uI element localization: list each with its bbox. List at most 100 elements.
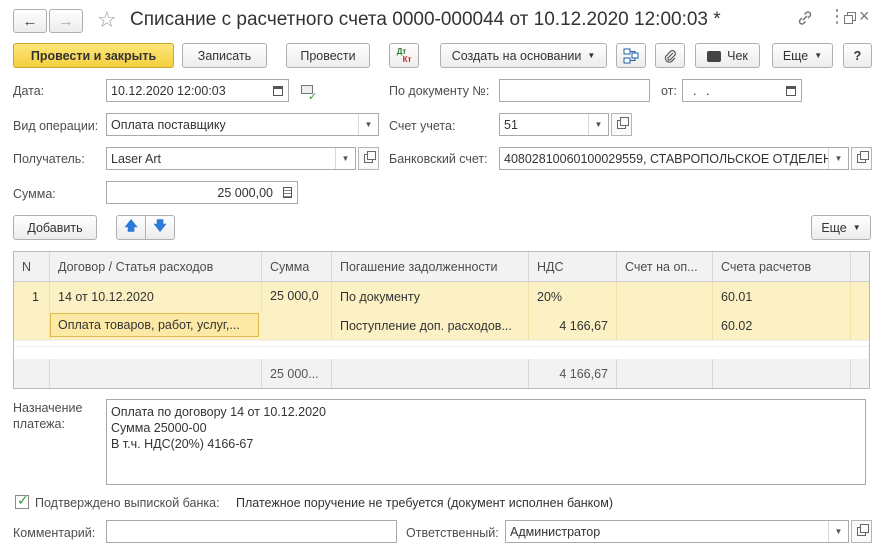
star-icon[interactable]: ☆ xyxy=(97,6,117,34)
open-responsible-button[interactable] xyxy=(851,520,872,543)
open-bank-account-button[interactable] xyxy=(851,147,872,170)
chevron-down-icon[interactable]: ▼ xyxy=(335,148,355,169)
calendar-button[interactable] xyxy=(781,80,801,101)
chevron-down-icon[interactable]: ▼ xyxy=(828,521,848,542)
save-button[interactable]: Записать xyxy=(182,43,267,68)
bank-account-select[interactable]: 40802810060100029559, СТАВРОПОЛЬСКОЕ ОТД… xyxy=(499,147,849,170)
post-button[interactable]: Провести xyxy=(286,43,370,68)
calculator-icon xyxy=(282,187,292,198)
calendar-button[interactable] xyxy=(268,80,288,101)
sum-field[interactable]: 25 000,00 xyxy=(106,181,298,204)
column-header-accounts[interactable]: Счета расчетов xyxy=(713,252,851,282)
checkmark-icon: ✓ xyxy=(17,492,29,508)
payments-table[interactable]: N Договор / Статья расходов Сумма Погаше… xyxy=(13,251,870,389)
footer-cell-n xyxy=(14,359,50,388)
move-up-button[interactable]: 🡅 xyxy=(116,215,146,240)
time-check-icon[interactable]: ✓ xyxy=(301,85,317,103)
operation-type-value: Оплата поставщику xyxy=(111,117,226,132)
account-select[interactable]: 51 ▼ xyxy=(499,113,609,136)
structure-button[interactable] xyxy=(616,43,646,68)
purpose-label-line1: Назначение xyxy=(13,401,83,415)
column-header-spacer xyxy=(851,252,869,282)
row-invoice[interactable] xyxy=(617,282,713,340)
column-header-n[interactable]: N xyxy=(14,252,50,282)
recipient-select[interactable]: Laser Art ▼ xyxy=(106,147,356,170)
arrow-left-icon: ← xyxy=(22,12,38,30)
row-sum[interactable]: 25 000,0 xyxy=(262,282,332,340)
row-account-1[interactable]: 60.01 xyxy=(713,282,851,311)
footer-cell-repayment xyxy=(332,359,529,388)
bank-account-label: Банковский счет: xyxy=(389,152,488,166)
responsible-value: Администратор xyxy=(510,524,601,539)
bank-account-value: 40802810060100029559, СТАВРОПОЛЬСКОЕ ОТД… xyxy=(504,151,828,166)
arrow-down-icon: 🡇 xyxy=(153,217,167,233)
column-header-contract[interactable]: Договор / Статья расходов xyxy=(50,252,262,282)
receipt-button[interactable]: Чек xyxy=(695,43,760,68)
row-number: 1 xyxy=(14,282,50,311)
column-header-invoice[interactable]: Счет на оп... xyxy=(617,252,713,282)
open-icon xyxy=(364,151,376,163)
footer-cell-invoice xyxy=(617,359,713,388)
calculator-button[interactable] xyxy=(277,182,297,203)
row-receipt[interactable]: Поступление доп. расходов... xyxy=(332,311,529,340)
back-button[interactable]: ← xyxy=(13,9,47,33)
row-vat-rate[interactable]: 20% xyxy=(529,282,617,311)
comment-label: Комментарий: xyxy=(13,526,96,540)
column-header-repayment[interactable]: Погашение задолженности xyxy=(332,252,529,282)
column-header-vat[interactable]: НДС xyxy=(529,252,617,282)
footer-vat-total: 4 166,67 xyxy=(529,359,617,388)
bank-confirmed-note: Платежное поручение не требуется (докуме… xyxy=(236,496,613,510)
create-based-on-button[interactable]: Создать на основании ▼ xyxy=(440,43,607,68)
kt-label: Кт xyxy=(402,54,412,64)
footer-cell-spacer xyxy=(851,359,869,388)
row-contract[interactable]: 14 от 10.12.2020 xyxy=(50,282,262,311)
row-vat-amount[interactable]: 4 166,67 xyxy=(529,311,617,340)
purpose-label-line2: платежа: xyxy=(13,417,65,431)
row-expense-item[interactable]: Оплата товаров, работ, услуг,... xyxy=(50,313,259,337)
more-button[interactable]: Еще ▼ xyxy=(772,43,833,68)
close-icon[interactable]: × xyxy=(859,6,870,27)
arrow-right-icon: → xyxy=(58,12,74,30)
row-repayment[interactable]: По документу xyxy=(332,282,529,311)
row-expense-item-text: Оплата товаров, работ, услуг,... xyxy=(58,318,240,332)
move-down-button[interactable]: 🡇 xyxy=(145,215,175,240)
table-row[interactable]: 1 14 от 10.12.2020 25 000,0 По документу… xyxy=(14,282,869,340)
chevron-down-icon[interactable]: ▼ xyxy=(588,114,608,135)
bank-confirmed-checkbox[interactable]: ✓ xyxy=(15,492,29,509)
chevron-down-icon[interactable]: ▼ xyxy=(358,114,378,135)
sum-label: Сумма: xyxy=(13,187,56,201)
attach-button[interactable] xyxy=(655,43,685,68)
doc-number-label: По документу №: xyxy=(389,84,490,98)
help-button[interactable]: ? xyxy=(843,43,872,68)
table-more-button[interactable]: Еще ▼ xyxy=(811,215,871,240)
restore-icon[interactable] xyxy=(842,10,858,26)
purpose-textarea[interactable]: Оплата по договору 14 от 10.12.2020 Сумм… xyxy=(106,399,866,485)
open-recipient-button[interactable] xyxy=(358,147,379,170)
date-field[interactable]: 10.12.2020 12:00:03 xyxy=(106,79,289,102)
from-date-label: от: xyxy=(661,84,677,98)
row-account-2[interactable]: 60.02 xyxy=(713,311,851,340)
recipient-label: Получатель: xyxy=(13,152,85,166)
purpose-line-3: В т.ч. НДС(20%) 4166-67 xyxy=(111,437,254,451)
doc-number-field[interactable] xyxy=(499,79,650,102)
arrow-up-icon: 🡅 xyxy=(124,217,138,233)
from-date-field[interactable]: . . xyxy=(682,79,802,102)
paperclip-icon xyxy=(664,49,676,63)
responsible-select[interactable]: Администратор ▼ xyxy=(505,520,849,543)
comment-field[interactable] xyxy=(106,520,397,543)
dt-kt-button[interactable]: Дт Кт xyxy=(389,43,419,68)
purpose-line-1: Оплата по договору 14 от 10.12.2020 xyxy=(111,405,326,419)
add-row-button[interactable]: Добавить xyxy=(13,215,97,240)
post-and-close-button[interactable]: Провести и закрыть xyxy=(13,43,174,68)
footer-cell-accounts xyxy=(713,359,851,388)
chevron-down-icon[interactable]: ▼ xyxy=(828,148,848,169)
forward-button[interactable]: → xyxy=(49,9,83,33)
purpose-line-2: Сумма 25000-00 xyxy=(111,421,207,435)
open-account-button[interactable] xyxy=(611,113,632,136)
column-header-sum[interactable]: Сумма xyxy=(262,252,332,282)
link-icon[interactable] xyxy=(796,9,816,29)
footer-sum-total: 25 000... xyxy=(262,359,332,388)
operation-type-select[interactable]: Оплата поставщику ▼ xyxy=(106,113,379,136)
row-number-cell-2 xyxy=(14,311,50,340)
cash-register-icon xyxy=(707,51,722,62)
